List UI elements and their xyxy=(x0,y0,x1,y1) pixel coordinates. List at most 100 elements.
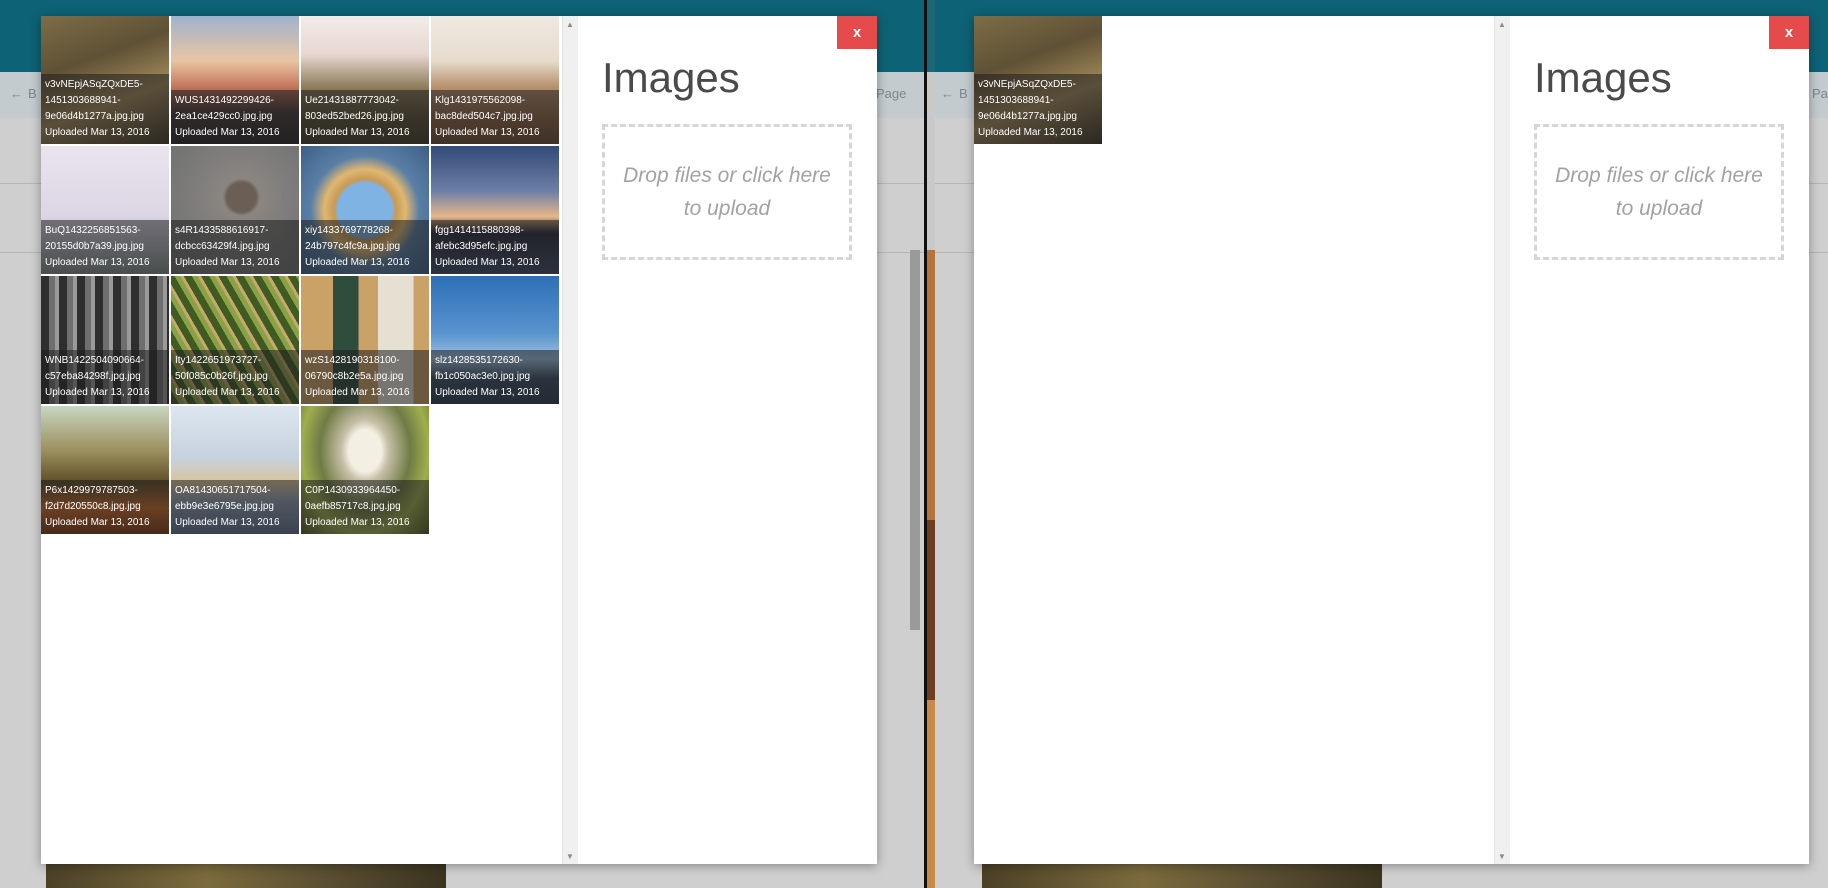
split-divider xyxy=(924,0,935,888)
file-name: s4R1433588616917- xyxy=(175,225,269,236)
file-name: f2d7d20550c8.jpg.jpg xyxy=(45,501,141,512)
upload-date: Uploaded Mar 13, 2016 xyxy=(175,517,280,528)
image-tile[interactable]: v3vNEpjASqZQxDE5- 1451303688941- 9e06d4b12… xyxy=(41,16,169,144)
background-image-preview xyxy=(46,864,446,888)
image-tile[interactable]: P6x1429979787503- f2d7d20550c8.jpg.jpg Upl… xyxy=(41,406,169,534)
file-name: Ity1422651973727- xyxy=(175,355,262,366)
upload-date: Uploaded Mar 13, 2016 xyxy=(305,387,410,398)
image-caption: xiy1433769778268- 24b797c4fc9a.jpg.jpg Upl… xyxy=(301,220,429,274)
image-tile[interactable]: wzS1428190318100- 06790c8b2e5a.jpg.jpg Upl… xyxy=(301,276,429,404)
scroll-down-icon[interactable]: ▼ xyxy=(566,852,574,862)
image-caption: wzS1428190318100- 06790c8b2e5a.jpg.jpg Upl… xyxy=(301,350,429,404)
file-name: WUS1431492299426- xyxy=(175,95,274,106)
image-tile[interactable]: v3vNEpjASqZQxDE5- 1451303688941- 9e06d4b12… xyxy=(974,16,1102,144)
file-name: afebc3d95efc.jpg.jpg xyxy=(435,241,528,252)
image-caption: OA81430651717504- ebb9e3e6795e.jpg.jpg Upl… xyxy=(171,480,299,534)
upload-date: Uploaded Mar 13, 2016 xyxy=(305,517,410,528)
back-label[interactable]: B xyxy=(28,86,37,101)
file-name: dcbcc63429f4.jpg.jpg xyxy=(175,241,270,252)
image-gallery: v3vNEpjASqZQxDE5- 1451303688941- 9e06d4b12… xyxy=(974,16,1494,864)
right-pane: ← B Pa v3vNEpjASqZQxDE5- 1451303688941- 9e… xyxy=(935,0,1828,888)
upload-date: Uploaded Mar 13, 2016 xyxy=(175,257,280,268)
upload-date: Uploaded Mar 13, 2016 xyxy=(45,257,150,268)
image-caption: P6x1429979787503- f2d7d20550c8.jpg.jpg Upl… xyxy=(41,480,169,534)
upload-date: Uploaded Mar 13, 2016 xyxy=(175,127,280,138)
image-caption: WNB1422504090664- c57eba84298f.jpg.jpg Upl… xyxy=(41,350,169,404)
gallery-scrollbar[interactable]: ▲ ▼ xyxy=(1494,16,1510,864)
file-name: fgg1414115880398- xyxy=(435,225,524,236)
image-caption: Ue21431887773042- 803ed52bed26.jpg.jpg Upl… xyxy=(301,90,429,144)
file-name: c57eba84298f.jpg.jpg xyxy=(45,371,141,382)
page-scrollbar-thumb[interactable] xyxy=(910,250,920,630)
file-name: Klg1431975562098- xyxy=(435,95,526,106)
scroll-up-icon[interactable]: ▲ xyxy=(1498,20,1506,30)
image-tile[interactable]: BuQ1432256851563- 20155d0b7a39.jpg.jpg Upl… xyxy=(41,146,169,274)
image-caption: v3vNEpjASqZQxDE5- 1451303688941- 9e06d4b12… xyxy=(974,74,1102,144)
back-label[interactable]: B xyxy=(959,86,968,101)
image-tile[interactable]: Ue21431887773042- 803ed52bed26.jpg.jpg Upl… xyxy=(301,16,429,144)
divider-strip xyxy=(927,0,935,888)
image-tile[interactable]: fgg1414115880398- afebc3d95efc.jpg.jpg Upl… xyxy=(431,146,559,274)
left-pane: ← B Page v3vNEpjASqZQxDE5- 1451303688941-… xyxy=(0,0,924,888)
image-caption: s4R1433588616917- dcbcc63429f4.jpg.jpg Upl… xyxy=(171,220,299,274)
file-name: bac8ded504c7.jpg.jpg xyxy=(435,111,533,122)
page-label: Pa xyxy=(1812,86,1828,101)
image-tile[interactable]: xiy1433769778268- 24b797c4fc9a.jpg.jpg Upl… xyxy=(301,146,429,274)
back-arrow-icon[interactable]: ← xyxy=(10,86,23,101)
upload-dropzone[interactable]: Drop files or click here to upload xyxy=(1534,124,1784,260)
file-name: C0P1430933964450- xyxy=(305,485,401,496)
image-caption: Ity1422651973727- 50f085c0b26f.jpg.jpg Upl… xyxy=(171,350,299,404)
upload-date: Uploaded Mar 13, 2016 xyxy=(175,387,280,398)
image-tile[interactable]: C0P1430933964450- 0aefb85717c8.jpg.jpg Upl… xyxy=(301,406,429,534)
file-name: 1451303688941- xyxy=(45,95,121,106)
image-grid: v3vNEpjASqZQxDE5- 1451303688941- 9e06d4b12… xyxy=(974,16,1494,146)
file-name: 0aefb85717c8.jpg.jpg xyxy=(305,501,401,512)
image-tile[interactable]: Klg1431975562098- bac8ded504c7.jpg.jpg Upl… xyxy=(431,16,559,144)
file-name: v3vNEpjASqZQxDE5- xyxy=(45,79,143,90)
file-name: 24b797c4fc9a.jpg.jpg xyxy=(305,241,401,252)
file-name: 1451303688941- xyxy=(978,95,1054,106)
upload-date: Uploaded Mar 13, 2016 xyxy=(45,517,150,528)
close-button[interactable]: x xyxy=(1769,16,1809,49)
close-button[interactable]: x xyxy=(837,16,877,49)
file-name: v3vNEpjASqZQxDE5- xyxy=(978,79,1076,90)
upload-sidebar: Images Drop files or click here to uploa… xyxy=(578,16,877,864)
image-grid: v3vNEpjASqZQxDE5- 1451303688941- 9e06d4b12… xyxy=(41,16,562,536)
image-tile[interactable]: s4R1433588616917- dcbcc63429f4.jpg.jpg Upl… xyxy=(171,146,299,274)
gallery-scrollbar[interactable]: ▲ ▼ xyxy=(562,16,578,864)
file-name: ebb9e3e6795e.jpg.jpg xyxy=(175,501,274,512)
back-arrow-icon[interactable]: ← xyxy=(941,86,954,101)
file-name: 06790c8b2e5a.jpg.jpg xyxy=(305,371,404,382)
file-name: 20155d0b7a39.jpg.jpg xyxy=(45,241,144,252)
upload-date: Uploaded Mar 13, 2016 xyxy=(978,127,1083,138)
image-tile[interactable]: OA81430651717504- ebb9e3e6795e.jpg.jpg Upl… xyxy=(171,406,299,534)
upload-dropzone[interactable]: Drop files or click here to upload xyxy=(602,124,852,260)
image-tile[interactable]: WUS1431492299426- 2ea1ce429cc0.jpg.jpg Upl… xyxy=(171,16,299,144)
upload-date: Uploaded Mar 13, 2016 xyxy=(435,127,540,138)
image-tile[interactable]: slz1428535172630- fb1c050ac3e0.jpg.jpg Upl… xyxy=(431,276,559,404)
upload-date: Uploaded Mar 13, 2016 xyxy=(435,257,540,268)
upload-date: Uploaded Mar 13, 2016 xyxy=(45,127,150,138)
image-caption: BuQ1432256851563- 20155d0b7a39.jpg.jpg Upl… xyxy=(41,220,169,274)
file-name: OA81430651717504- xyxy=(175,485,271,496)
file-name: slz1428535172630- xyxy=(435,355,523,366)
upload-sidebar: Images Drop files or click here to uploa… xyxy=(1510,16,1809,864)
sidebar-title: Images xyxy=(602,54,740,101)
file-name: 50f085c0b26f.jpg.jpg xyxy=(175,371,268,382)
image-caption: slz1428535172630- fb1c050ac3e0.jpg.jpg Upl… xyxy=(431,350,559,404)
file-name: WNB1422504090664- xyxy=(45,355,144,366)
image-tile[interactable]: Ity1422651973727- 50f085c0b26f.jpg.jpg Upl… xyxy=(171,276,299,404)
background-image-preview xyxy=(982,864,1382,888)
upload-date: Uploaded Mar 13, 2016 xyxy=(305,257,410,268)
upload-date: Uploaded Mar 13, 2016 xyxy=(435,387,540,398)
image-picker-modal: v3vNEpjASqZQxDE5- 1451303688941- 9e06d4b12… xyxy=(41,16,877,864)
file-name: wzS1428190318100- xyxy=(305,355,400,366)
scroll-down-icon[interactable]: ▼ xyxy=(1498,852,1506,862)
image-caption: v3vNEpjASqZQxDE5- 1451303688941- 9e06d4b12… xyxy=(41,74,169,144)
image-caption: Klg1431975562098- bac8ded504c7.jpg.jpg Upl… xyxy=(431,90,559,144)
file-name: 2ea1ce429cc0.jpg.jpg xyxy=(175,111,273,122)
image-tile[interactable]: WNB1422504090664- c57eba84298f.jpg.jpg Upl… xyxy=(41,276,169,404)
file-name: Ue21431887773042- xyxy=(305,95,399,106)
scroll-up-icon[interactable]: ▲ xyxy=(566,20,574,30)
file-name: fb1c050ac3e0.jpg.jpg xyxy=(435,371,531,382)
